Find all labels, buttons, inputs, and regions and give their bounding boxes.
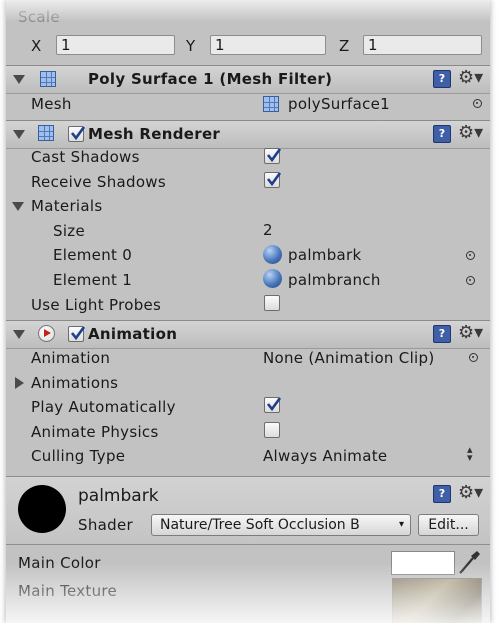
- mesh-grid-icon: [40, 71, 56, 87]
- materials-label[interactable]: Materials: [31, 197, 102, 215]
- target-icon[interactable]: [466, 276, 475, 285]
- x-label: X: [31, 37, 42, 55]
- mesh-grid-icon: [263, 96, 279, 112]
- gear-icon[interactable]: ⚙▾: [458, 324, 483, 342]
- play-automatically-label: Play Automatically: [31, 398, 176, 416]
- sphere-material-icon: [263, 245, 282, 264]
- mesh-renderer-icon: [38, 125, 54, 141]
- animations-label[interactable]: Animations: [31, 374, 118, 392]
- cast-shadows-checkbox[interactable]: [264, 148, 282, 164]
- culling-type-label: Culling Type: [31, 447, 126, 465]
- foldout-arrow-icon[interactable]: [13, 130, 25, 139]
- size-field[interactable]: 2: [263, 221, 273, 239]
- gear-icon[interactable]: ⚙▾: [458, 484, 483, 502]
- scale-z-field[interactable]: 1: [363, 35, 482, 55]
- z-label: Z: [339, 37, 350, 55]
- main-texture-thumbnail[interactable]: [392, 578, 482, 623]
- target-icon[interactable]: [469, 353, 478, 362]
- animation-header[interactable]: Animation ? ⚙▾: [6, 320, 490, 349]
- main-color-swatch[interactable]: [391, 551, 455, 575]
- mesh-renderer-enabled-checkbox[interactable]: [68, 126, 86, 142]
- animation-play-icon: [38, 325, 55, 342]
- dropdown-arrows-icon[interactable]: ▴ ▾: [467, 444, 473, 463]
- animations-foldout-icon[interactable]: [15, 377, 24, 389]
- animation-enabled-checkbox[interactable]: [68, 326, 86, 342]
- element1-label: Element 1: [53, 271, 133, 289]
- edit-shader-button[interactable]: Edit...: [418, 514, 479, 536]
- main-texture-label: Main Texture: [18, 582, 118, 600]
- material-name: palmbark: [78, 486, 159, 506]
- mesh-filter-title: Poly Surface 1 (Mesh Filter): [88, 70, 333, 88]
- gear-icon[interactable]: ⚙▾: [458, 69, 483, 87]
- target-icon[interactable]: [466, 251, 475, 260]
- mesh-renderer-header[interactable]: Mesh Renderer ? ⚙▾: [6, 120, 490, 149]
- y-label: Y: [186, 37, 196, 55]
- mesh-label: Mesh: [31, 95, 72, 113]
- shader-value: Nature/Tree Soft Occlusion B: [160, 517, 360, 533]
- inspector-panel: Scale X 1 Y 1 Z 1 Poly Surface 1 (Mesh F…: [6, 0, 490, 623]
- sphere-material-icon: [263, 269, 282, 288]
- scale-x-field[interactable]: 1: [56, 35, 175, 55]
- foldout-arrow-icon[interactable]: [13, 330, 25, 339]
- help-book-icon[interactable]: ?: [433, 125, 451, 143]
- section-divider: [6, 544, 490, 545]
- size-label: Size: [53, 222, 85, 240]
- animation-clip-field[interactable]: None (Animation Clip): [263, 349, 434, 367]
- cast-shadows-label: Cast Shadows: [31, 148, 140, 166]
- foldout-arrow-icon[interactable]: [13, 75, 25, 84]
- element0-label: Element 0: [53, 246, 133, 264]
- material-preview-sphere: [18, 485, 66, 533]
- animation-label: Animation: [31, 349, 111, 367]
- shader-dropdown[interactable]: Nature/Tree Soft Occlusion B ▾: [151, 514, 411, 536]
- help-book-icon[interactable]: ?: [433, 325, 451, 343]
- animate-physics-label: Animate Physics: [31, 423, 159, 441]
- mesh-value[interactable]: polySurface1: [288, 95, 390, 113]
- light-probes-label: Use Light Probes: [31, 296, 162, 314]
- chevron-down-icon: ▾: [398, 519, 404, 530]
- element1-value[interactable]: palmbranch: [288, 271, 381, 289]
- top-fade: [6, 0, 490, 22]
- help-book-icon[interactable]: ?: [433, 70, 451, 88]
- materials-foldout-icon[interactable]: [12, 202, 24, 211]
- gear-icon[interactable]: ⚙▾: [458, 124, 483, 142]
- animation-title: Animation: [88, 325, 178, 343]
- main-color-label: Main Color: [18, 554, 101, 572]
- help-book-icon[interactable]: ?: [433, 485, 451, 503]
- light-probes-checkbox[interactable]: [264, 295, 280, 311]
- mesh-renderer-title: Mesh Renderer: [88, 125, 221, 143]
- play-automatically-checkbox[interactable]: [264, 397, 282, 413]
- mesh-filter-header[interactable]: Poly Surface 1 (Mesh Filter) ? ⚙▾: [6, 65, 490, 94]
- scale-y-field[interactable]: 1: [210, 35, 326, 55]
- receive-shadows-label: Receive Shadows: [31, 173, 166, 191]
- culling-type-dropdown[interactable]: Always Animate: [263, 447, 387, 465]
- target-icon[interactable]: [473, 99, 482, 108]
- scale-label: Scale: [18, 8, 60, 26]
- receive-shadows-checkbox[interactable]: [264, 172, 282, 188]
- eyedropper-icon[interactable]: [458, 549, 482, 579]
- element0-value[interactable]: palmbark: [288, 246, 361, 264]
- shader-label: Shader: [78, 516, 133, 534]
- animate-physics-checkbox[interactable]: [264, 422, 280, 438]
